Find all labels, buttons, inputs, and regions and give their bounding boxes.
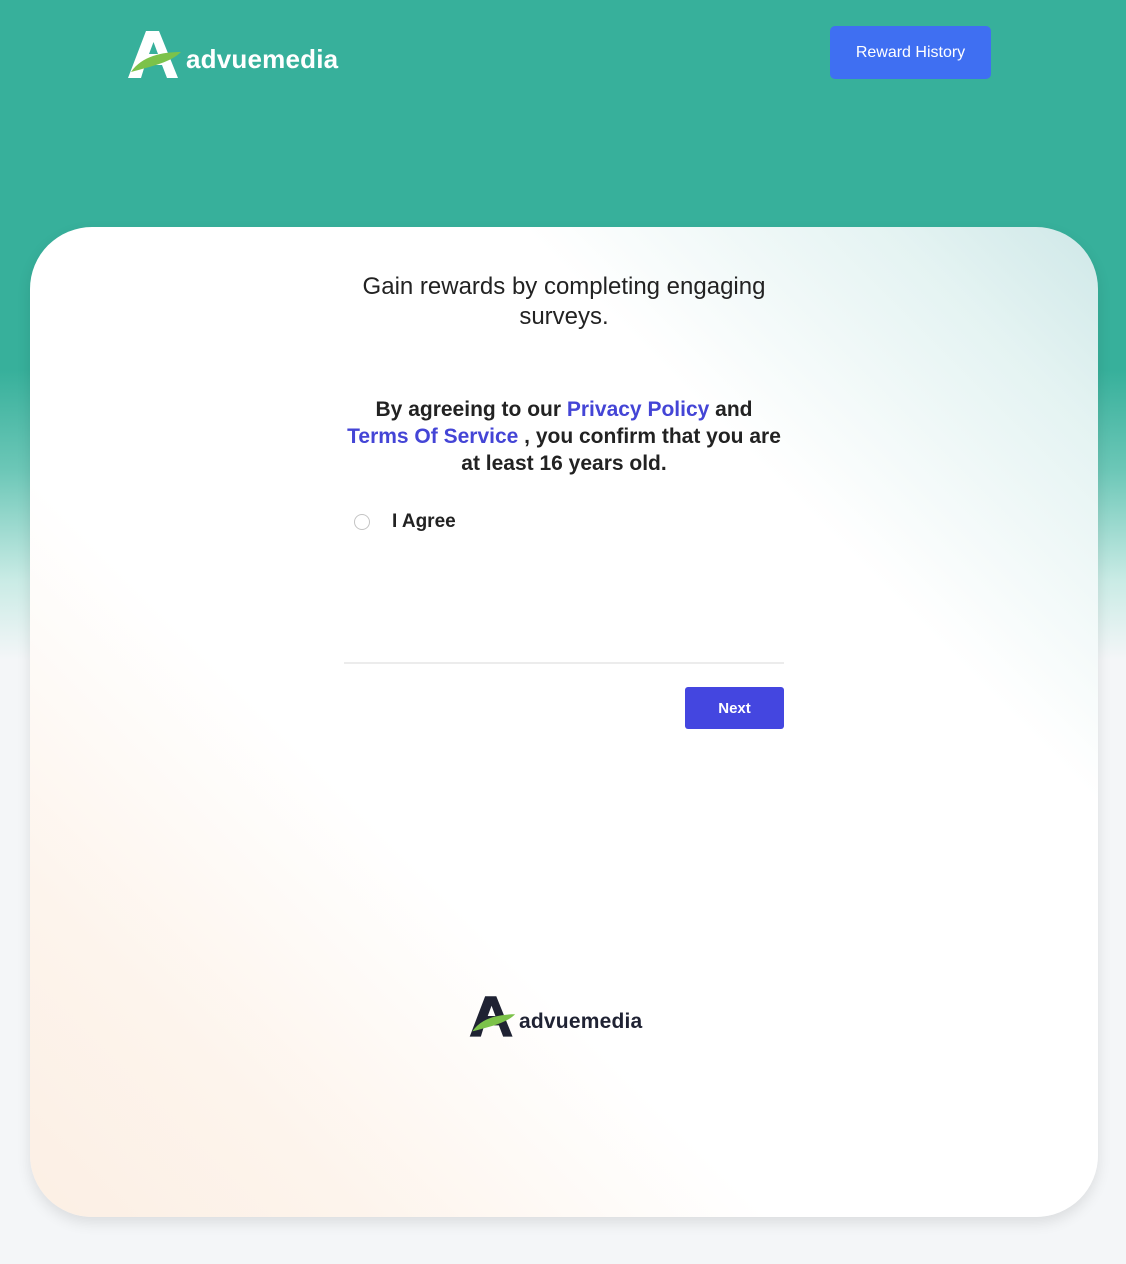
brand-name: advuemedia bbox=[186, 44, 339, 74]
divider bbox=[344, 662, 784, 664]
consent-text: By agreeing to our Privacy Policy and Te… bbox=[344, 396, 784, 477]
footer-logo: advuemedia bbox=[468, 993, 642, 1044]
brand-logo[interactable]: advuemedia bbox=[126, 28, 338, 85]
survey-card: Gain rewards by completing engaging surv… bbox=[30, 227, 1098, 1217]
privacy-policy-link[interactable]: Privacy Policy bbox=[567, 398, 709, 421]
consent-prefix: By agreeing to our bbox=[375, 398, 567, 421]
logo-mark-icon bbox=[126, 28, 182, 85]
consent-middle: and bbox=[709, 398, 753, 421]
terms-of-service-link[interactable]: Terms Of Service bbox=[347, 425, 518, 448]
agree-label[interactable]: I Agree bbox=[392, 511, 456, 533]
agree-radio[interactable] bbox=[354, 514, 370, 530]
agree-option[interactable]: I Agree bbox=[354, 511, 456, 533]
logo-mark-icon bbox=[468, 993, 516, 1044]
next-button[interactable]: Next bbox=[685, 687, 784, 729]
reward-history-button[interactable]: Reward History bbox=[830, 26, 991, 79]
tagline: Gain rewards by completing engaging surv… bbox=[362, 273, 766, 330]
footer-brand-name: advuemedia bbox=[519, 1009, 643, 1033]
